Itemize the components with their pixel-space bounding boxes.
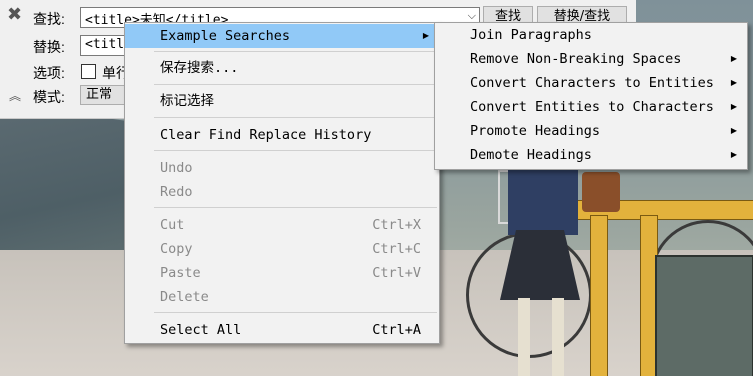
mode-select[interactable]: 正常 (80, 85, 130, 105)
menu-item-example-searches[interactable]: Example Searches ▶ (125, 24, 439, 48)
submenu-item-label: Promote Headings (470, 123, 601, 139)
menu-item-label: Copy (160, 241, 193, 257)
menu-item-label: 标记选择 (160, 93, 214, 109)
menu-item-label: 保存搜索... (160, 60, 239, 76)
submenu-item-entities-to-chars[interactable]: Convert Entities to Characters ▶ (435, 95, 747, 119)
menu-item-label: Undo (160, 160, 193, 176)
options-label: 选项: (33, 65, 65, 81)
menu-item-shortcut: Ctrl+A (372, 322, 421, 338)
menu-item-select-all[interactable]: Select All Ctrl+A (125, 318, 439, 342)
menu-item-label: Paste (160, 265, 201, 281)
triangle-right-icon: ▶ (730, 78, 737, 87)
close-icon[interactable]: ✖ (7, 6, 22, 24)
menu-item-shortcut: Ctrl+V (372, 265, 421, 281)
menu-item-clear-history[interactable]: Clear Find Replace History (125, 123, 439, 147)
replace-label: 替换: (33, 39, 65, 55)
double-chevron-up-icon[interactable]: ︽ (9, 87, 21, 104)
chevron-down-icon[interactable]: ⌵ (468, 9, 476, 23)
menu-separator (154, 207, 437, 208)
yellow-rail (590, 215, 608, 376)
menu-item-paste[interactable]: Paste Ctrl+V (125, 261, 439, 285)
menu-item-label: Redo (160, 184, 193, 200)
submenu-item-label: Join Paragraphs (470, 27, 592, 43)
menu-item-label: Select All (160, 322, 242, 338)
triangle-right-icon: ▶ (730, 54, 737, 63)
submenu-item-label: Convert Characters to Entities (470, 75, 714, 91)
menu-item-redo[interactable]: Redo (125, 180, 439, 204)
menu-item-label: Cut (160, 217, 185, 233)
menu-item-mark-selection[interactable]: 标记选择 (125, 89, 439, 113)
submenu-item-chars-to-entities[interactable]: Convert Characters to Entities ▶ (435, 71, 747, 95)
menu-item-label: Example Searches (160, 28, 291, 44)
menu-separator (154, 117, 437, 118)
menu-item-shortcut: Ctrl+C (372, 241, 421, 257)
menu-item-label: Delete (160, 289, 209, 305)
machine (655, 255, 753, 376)
triangle-right-icon: ▶ (730, 150, 737, 159)
menu-separator (154, 51, 437, 52)
girl-leg (518, 298, 530, 376)
menu-item-undo[interactable]: Undo (125, 156, 439, 180)
menu-separator (154, 312, 437, 313)
menu-item-save-search[interactable]: 保存搜索... (125, 56, 439, 80)
triangle-right-icon: ▶ (730, 126, 737, 135)
menu-item-delete[interactable]: Delete (125, 285, 439, 309)
submenu-item-label: Convert Entities to Characters (470, 99, 714, 115)
mode-label: 模式: (33, 89, 65, 105)
menu-item-label: Clear Find Replace History (160, 127, 372, 143)
submenu-item-demote-headings[interactable]: Demote Headings ▶ (435, 143, 747, 167)
school-bag (582, 172, 620, 212)
context-menu: Example Searches ▶ 保存搜索... 标记选择 Clear Fi… (124, 22, 440, 344)
menu-separator (154, 150, 437, 151)
triangle-right-icon: ▶ (730, 102, 737, 111)
triangle-right-icon: ▶ (422, 31, 429, 40)
menu-item-copy[interactable]: Copy Ctrl+C (125, 237, 439, 261)
menu-item-shortcut: Ctrl+X (372, 217, 421, 233)
single-word-checkbox[interactable] (81, 64, 96, 79)
replace-input-value: <titl (85, 37, 125, 52)
example-searches-submenu: Join Paragraphs Remove Non-Breaking Spac… (434, 22, 748, 170)
menu-separator (154, 84, 437, 85)
submenu-item-promote-headings[interactable]: Promote Headings ▶ (435, 119, 747, 143)
girl-leg (552, 298, 564, 376)
submenu-item-remove-nbsp[interactable]: Remove Non-Breaking Spaces ▶ (435, 47, 747, 71)
submenu-item-join-paragraphs[interactable]: Join Paragraphs (435, 23, 747, 47)
submenu-item-label: Demote Headings (470, 147, 592, 163)
submenu-item-label: Remove Non-Breaking Spaces (470, 51, 682, 67)
find-label: 查找: (33, 11, 65, 27)
menu-item-cut[interactable]: Cut Ctrl+X (125, 213, 439, 237)
mode-select-value: 正常 (86, 87, 113, 102)
